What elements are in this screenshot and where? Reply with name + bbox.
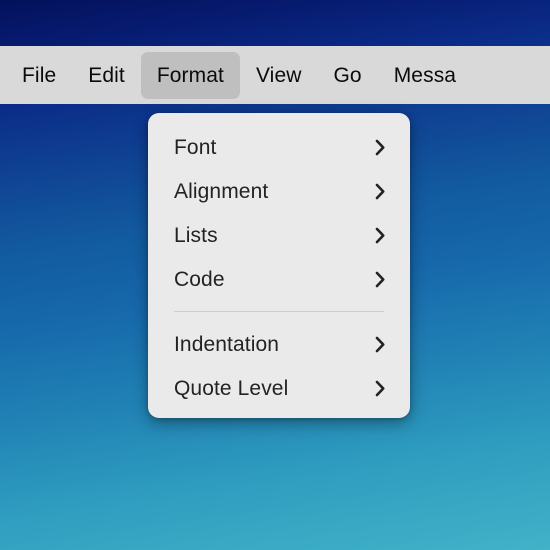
chevron-right-icon bbox=[372, 270, 388, 288]
menu-item-code[interactable]: Code bbox=[148, 257, 410, 301]
chevron-right-icon bbox=[372, 138, 388, 156]
chevron-right-icon bbox=[372, 335, 388, 353]
menu-item-label: Font bbox=[174, 135, 217, 159]
menubar-item-label: Edit bbox=[88, 63, 125, 87]
menu-item-label: Alignment bbox=[174, 179, 269, 203]
menubar-item-file[interactable]: File bbox=[6, 52, 72, 99]
menubar-item-view[interactable]: View bbox=[240, 52, 318, 99]
chevron-right-icon bbox=[372, 182, 388, 200]
menubar-item-go[interactable]: Go bbox=[318, 52, 378, 99]
menu-item-alignment[interactable]: Alignment bbox=[148, 169, 410, 213]
menu-item-font[interactable]: Font bbox=[148, 125, 410, 169]
menu-item-indentation[interactable]: Indentation bbox=[148, 322, 410, 366]
menu-item-label: Indentation bbox=[174, 332, 280, 356]
menubar-item-message[interactable]: Messa bbox=[378, 52, 472, 99]
menubar-item-label: Go bbox=[333, 63, 362, 87]
format-dropdown-menu: Font Alignment Lists Code Indentation Qu… bbox=[148, 113, 410, 418]
menu-item-lists[interactable]: Lists bbox=[148, 213, 410, 257]
menubar-item-label: View bbox=[255, 63, 302, 87]
menu-item-quote-level[interactable]: Quote Level bbox=[148, 366, 410, 410]
menubar-item-format[interactable]: Format bbox=[140, 51, 240, 99]
menu-separator bbox=[174, 311, 384, 312]
menubar-item-label: Format bbox=[156, 63, 224, 87]
menubar-item-edit[interactable]: Edit bbox=[72, 52, 141, 99]
menu-item-label: Lists bbox=[174, 223, 218, 247]
chevron-right-icon bbox=[372, 226, 388, 244]
chevron-right-icon bbox=[372, 379, 388, 397]
screen: File Edit Format View Go Messa Font Alig… bbox=[0, 0, 550, 550]
menu-bar: File Edit Format View Go Messa bbox=[0, 46, 550, 104]
menu-item-label: Quote Level bbox=[174, 376, 289, 400]
menu-item-label: Code bbox=[174, 267, 225, 291]
menubar-item-label: Messa bbox=[393, 63, 457, 87]
menubar-item-label: File bbox=[22, 63, 57, 87]
